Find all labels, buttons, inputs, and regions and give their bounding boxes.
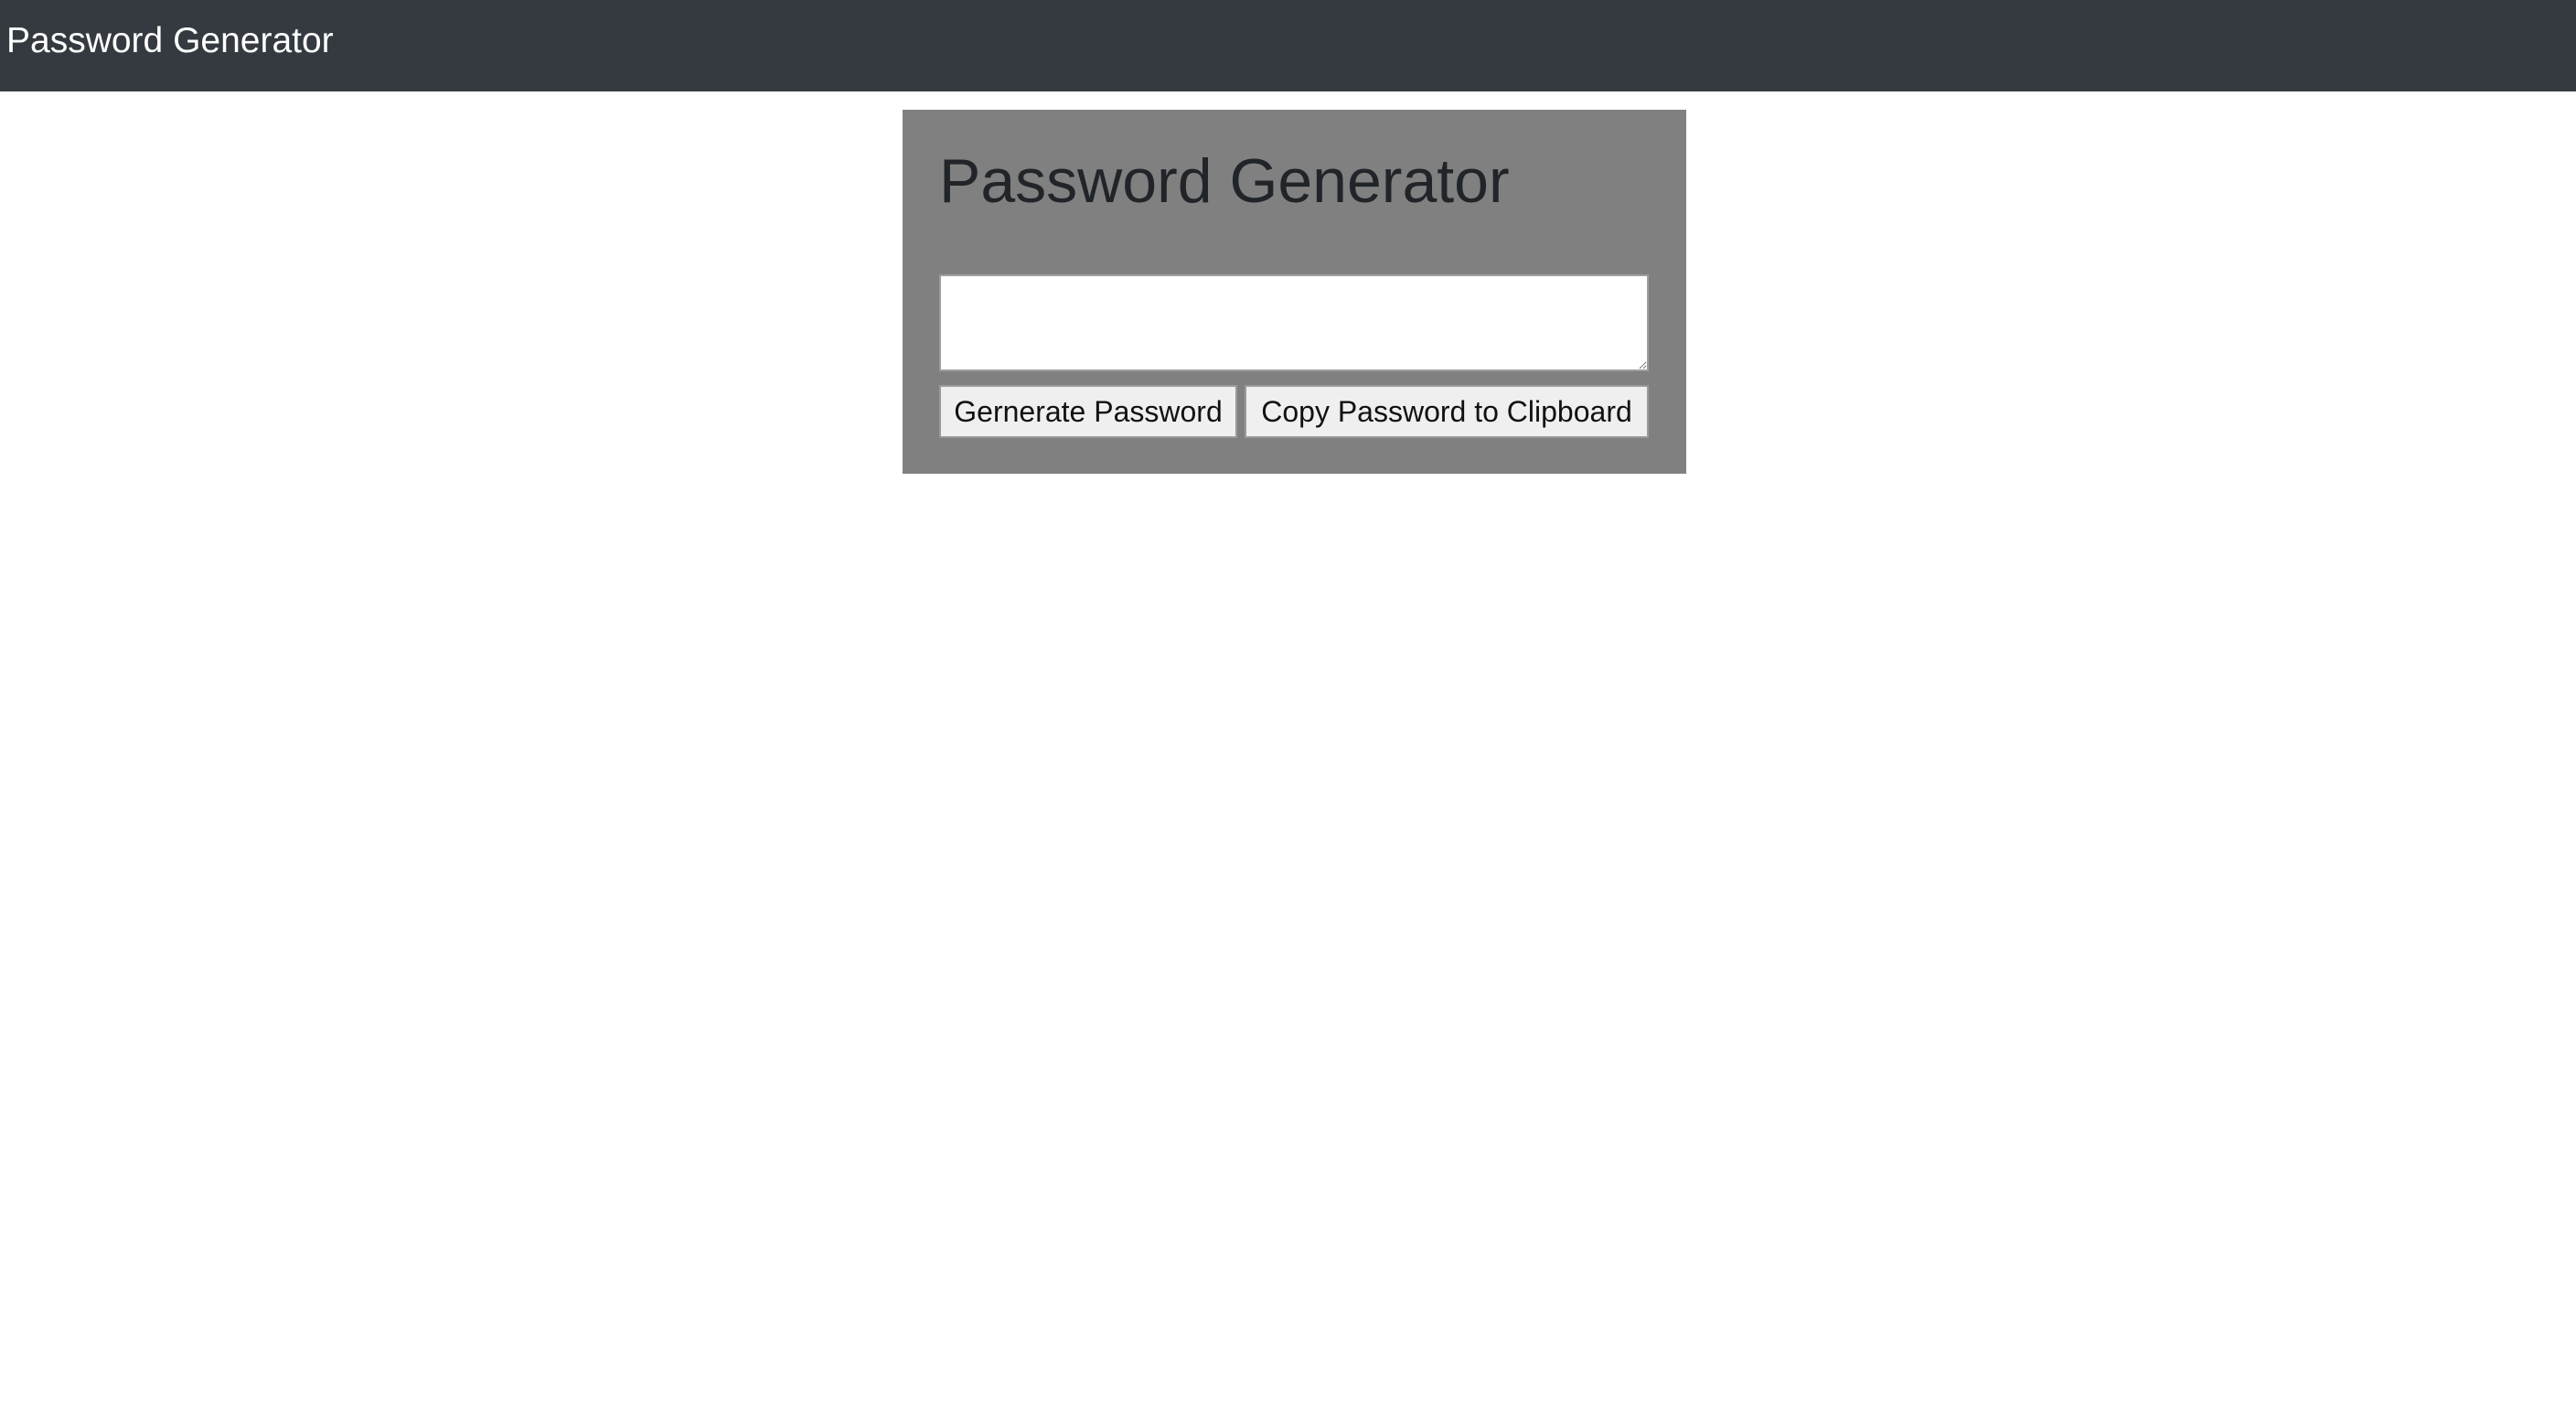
password-output-textarea[interactable] [939, 274, 1649, 371]
top-navbar: Password Generator [0, 0, 2576, 91]
password-generator-card: Password Generator Gernerate Password Co… [903, 110, 1686, 474]
card-title: Password Generator [939, 146, 1510, 216]
copy-password-button[interactable]: Copy Password to Clipboard [1245, 385, 1649, 438]
generate-password-button[interactable]: Gernerate Password [939, 385, 1237, 438]
navbar-brand[interactable]: Password Generator [6, 0, 334, 82]
